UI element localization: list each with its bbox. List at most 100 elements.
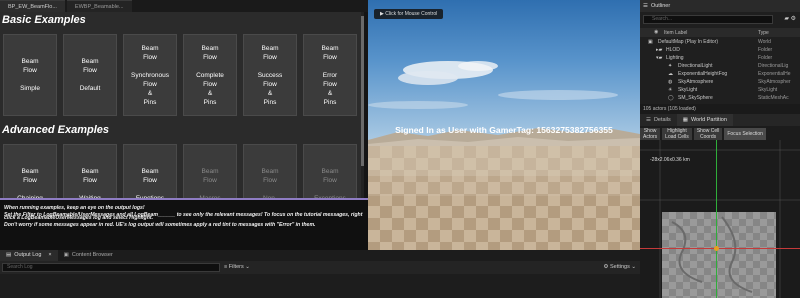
tile-label-line: & xyxy=(267,89,273,97)
tile-label-line: Flow xyxy=(83,67,97,74)
outliner-row[interactable]: ☁ ExponentialHeightFog ExponentialHe xyxy=(640,70,800,78)
message-line: Don't worry if some messages appear in r… xyxy=(4,221,316,228)
advanced-tile[interactable]: BeamFlowFunctions xyxy=(123,144,177,200)
column-item-label[interactable]: Item Label xyxy=(664,30,687,36)
tab-details[interactable]: ☰ Details xyxy=(640,114,677,126)
basic-tile[interactable]: Beam Flow Default xyxy=(63,34,117,116)
outliner-row-label: SkyAtmosphere xyxy=(678,79,714,85)
minimap-terrain-image xyxy=(662,212,776,298)
advanced-examples-title: Advanced Examples xyxy=(2,124,109,136)
tile-label-line: Beam xyxy=(321,44,339,52)
tab-output-log-label: Output Log xyxy=(14,252,42,258)
outliner-search-input[interactable]: Search... xyxy=(643,15,773,24)
basic-tile[interactable]: Beam Flow Success Flow & Pins xyxy=(243,34,297,116)
tab-output-log[interactable]: ▤ Output Log × xyxy=(0,250,58,261)
tile-label-line: Flow xyxy=(23,177,37,184)
settings-button[interactable]: ⚙ Settings ⌄ xyxy=(604,263,636,272)
outliner-row[interactable]: ▾▰ Lighting Folder xyxy=(640,54,800,62)
play-icon: ▶ xyxy=(380,11,384,17)
game-viewport[interactable]: ▶ Click for Mouse Control Signed In as U… xyxy=(368,0,640,250)
outliner-row-icon: ◯ xyxy=(668,95,674,101)
tile-label-line: Error xyxy=(322,71,338,79)
tab-details-label: Details xyxy=(653,117,671,123)
widget-scrollbar[interactable] xyxy=(361,12,364,200)
tile-label-line: Pins xyxy=(143,98,157,106)
basic-tile[interactable]: Beam Flow Error Flow & Pins xyxy=(303,34,357,116)
tile-label-line: Flow xyxy=(263,177,277,184)
output-log-body[interactable] xyxy=(0,274,640,298)
editor-tab-beamable[interactable]: EWBP_Beamable... xyxy=(66,0,132,12)
tile-label-line: Flow xyxy=(323,177,337,184)
wp-tab-bar: ☰ Details ▦ World Partition xyxy=(640,114,800,126)
basic-tile[interactable]: Beam Flow Synchronous Flow & Pins xyxy=(123,34,177,116)
tile-label-line: & xyxy=(327,89,333,97)
advanced-tile[interactable]: BeamFlowNon-Beam xyxy=(243,144,297,200)
show-cell-coords-button[interactable]: Show Cell Coords xyxy=(693,128,723,140)
bottom-tab-bar: ▤ Output Log × ▣ Content Browser xyxy=(0,250,640,261)
highlight-load-cells-button[interactable]: Highlight Load Cells xyxy=(662,128,692,140)
eye-icon[interactable]: ◉ xyxy=(654,29,658,35)
outliner-row[interactable]: ☀ SkyLight SkyLight xyxy=(640,86,800,94)
outliner-row[interactable]: ▸▰ HLOD Folder xyxy=(640,46,800,54)
log-search-input[interactable]: Search Log xyxy=(2,263,220,272)
tile-label-line: Flow xyxy=(203,80,217,88)
tab-outliner[interactable]: ☰ Outliner xyxy=(640,0,800,12)
log-icon: ▤ xyxy=(6,252,12,258)
examples-widget-panel: Basic Examples Beam Flow Simple Beam Flow Def… xyxy=(0,12,364,200)
widget-scrollbar-thumb[interactable] xyxy=(361,16,364,166)
gear-icon[interactable]: ⚙ xyxy=(791,16,796,22)
advanced-tile[interactable]: BeamFlowChaining xyxy=(3,144,57,200)
tile-label-line: Flow xyxy=(83,177,97,184)
outliner-icon: ☰ xyxy=(643,3,648,9)
tab-world-partition[interactable]: ▦ World Partition xyxy=(676,114,733,126)
outliner-row-label: SM_SkySphere xyxy=(678,95,713,101)
world-partition-minimap[interactable]: -28x2.06x0.36 km xyxy=(640,140,800,298)
tile-label-line: Flow xyxy=(323,80,337,88)
tile-label-line: Flow xyxy=(143,53,157,61)
advanced-tile[interactable]: BeamFlowExceptions xyxy=(303,144,357,200)
tile-label-line: Success xyxy=(257,71,283,79)
outliner-row-type: ExponentialHe xyxy=(758,71,791,77)
advanced-tile[interactable]: BeamFlowMacros xyxy=(183,144,237,200)
chevron-down-icon: ⌄ xyxy=(243,264,250,270)
outliner-row-type: Folder xyxy=(758,55,773,61)
focus-selection-button[interactable]: Focus Selection xyxy=(724,128,766,140)
editor-tab-beamflow[interactable]: BP_EW_BeamFlo... xyxy=(0,0,65,12)
outliner-row[interactable]: ◯ SM_SkySphere StaticMeshAc xyxy=(640,94,800,102)
tile-label-line: Flow xyxy=(143,80,157,88)
minimap-y-axis xyxy=(716,140,717,298)
outliner-row-icon: ✦ xyxy=(668,63,673,69)
advanced-tile[interactable]: BeamFlowWaiting xyxy=(63,144,117,200)
show-actors-button[interactable]: Show Actors xyxy=(640,128,661,140)
tile-label-line: Simple xyxy=(20,85,40,92)
tile-label-line: Beam xyxy=(321,168,339,175)
outliner-tab-label: Outliner xyxy=(650,3,671,9)
outliner-row-type: World xyxy=(758,39,771,45)
basic-tile[interactable]: Beam Flow Simple xyxy=(3,34,57,116)
wp-toolbar: Show Actors Highlight Load Cells Show Ce… xyxy=(640,128,800,140)
filters-dropdown[interactable]: ≡ Filters ⌄ xyxy=(224,263,250,272)
outliner-row-label: DirectionalLight xyxy=(678,63,713,69)
mouse-control-button[interactable]: ▶ Click for Mouse Control xyxy=(374,9,444,19)
outliner-row[interactable]: ▣ DefaultMap (Play In Editor) World xyxy=(640,38,800,46)
tile-label-line: Beam xyxy=(21,58,39,65)
outliner-row-label: SkyLight xyxy=(678,87,698,93)
column-type[interactable]: Type xyxy=(758,30,769,36)
outliner-row[interactable]: ◍ SkyAtmosphere SkyAtmospher xyxy=(640,78,800,86)
tab-content-browser[interactable]: ▣ Content Browser xyxy=(58,250,119,261)
tile-label-line: Beam xyxy=(201,168,219,175)
basic-tile[interactable]: Beam Flow Complete Flow & Pins xyxy=(183,34,237,116)
tile-label-line: Complete xyxy=(196,71,224,79)
mouse-control-label: Click for Mouse Control xyxy=(385,11,438,17)
close-icon[interactable]: × xyxy=(48,250,51,261)
outliner-row-type: SkyAtmospher xyxy=(758,79,791,85)
checkered-floor xyxy=(368,146,640,250)
tile-label-line: Beam xyxy=(21,168,39,175)
outliner-row[interactable]: ✦ DirectionalLight DirectionalLig xyxy=(640,62,800,70)
add-folder-icon[interactable]: ▰ xyxy=(784,16,789,22)
folder-icon: ▣ xyxy=(63,252,69,258)
outliner-row-type: SkyLight xyxy=(758,87,778,93)
basic-examples-title: Basic Examples xyxy=(2,14,86,26)
world-icon: ▦ xyxy=(682,117,688,123)
player-location-marker xyxy=(714,246,719,251)
